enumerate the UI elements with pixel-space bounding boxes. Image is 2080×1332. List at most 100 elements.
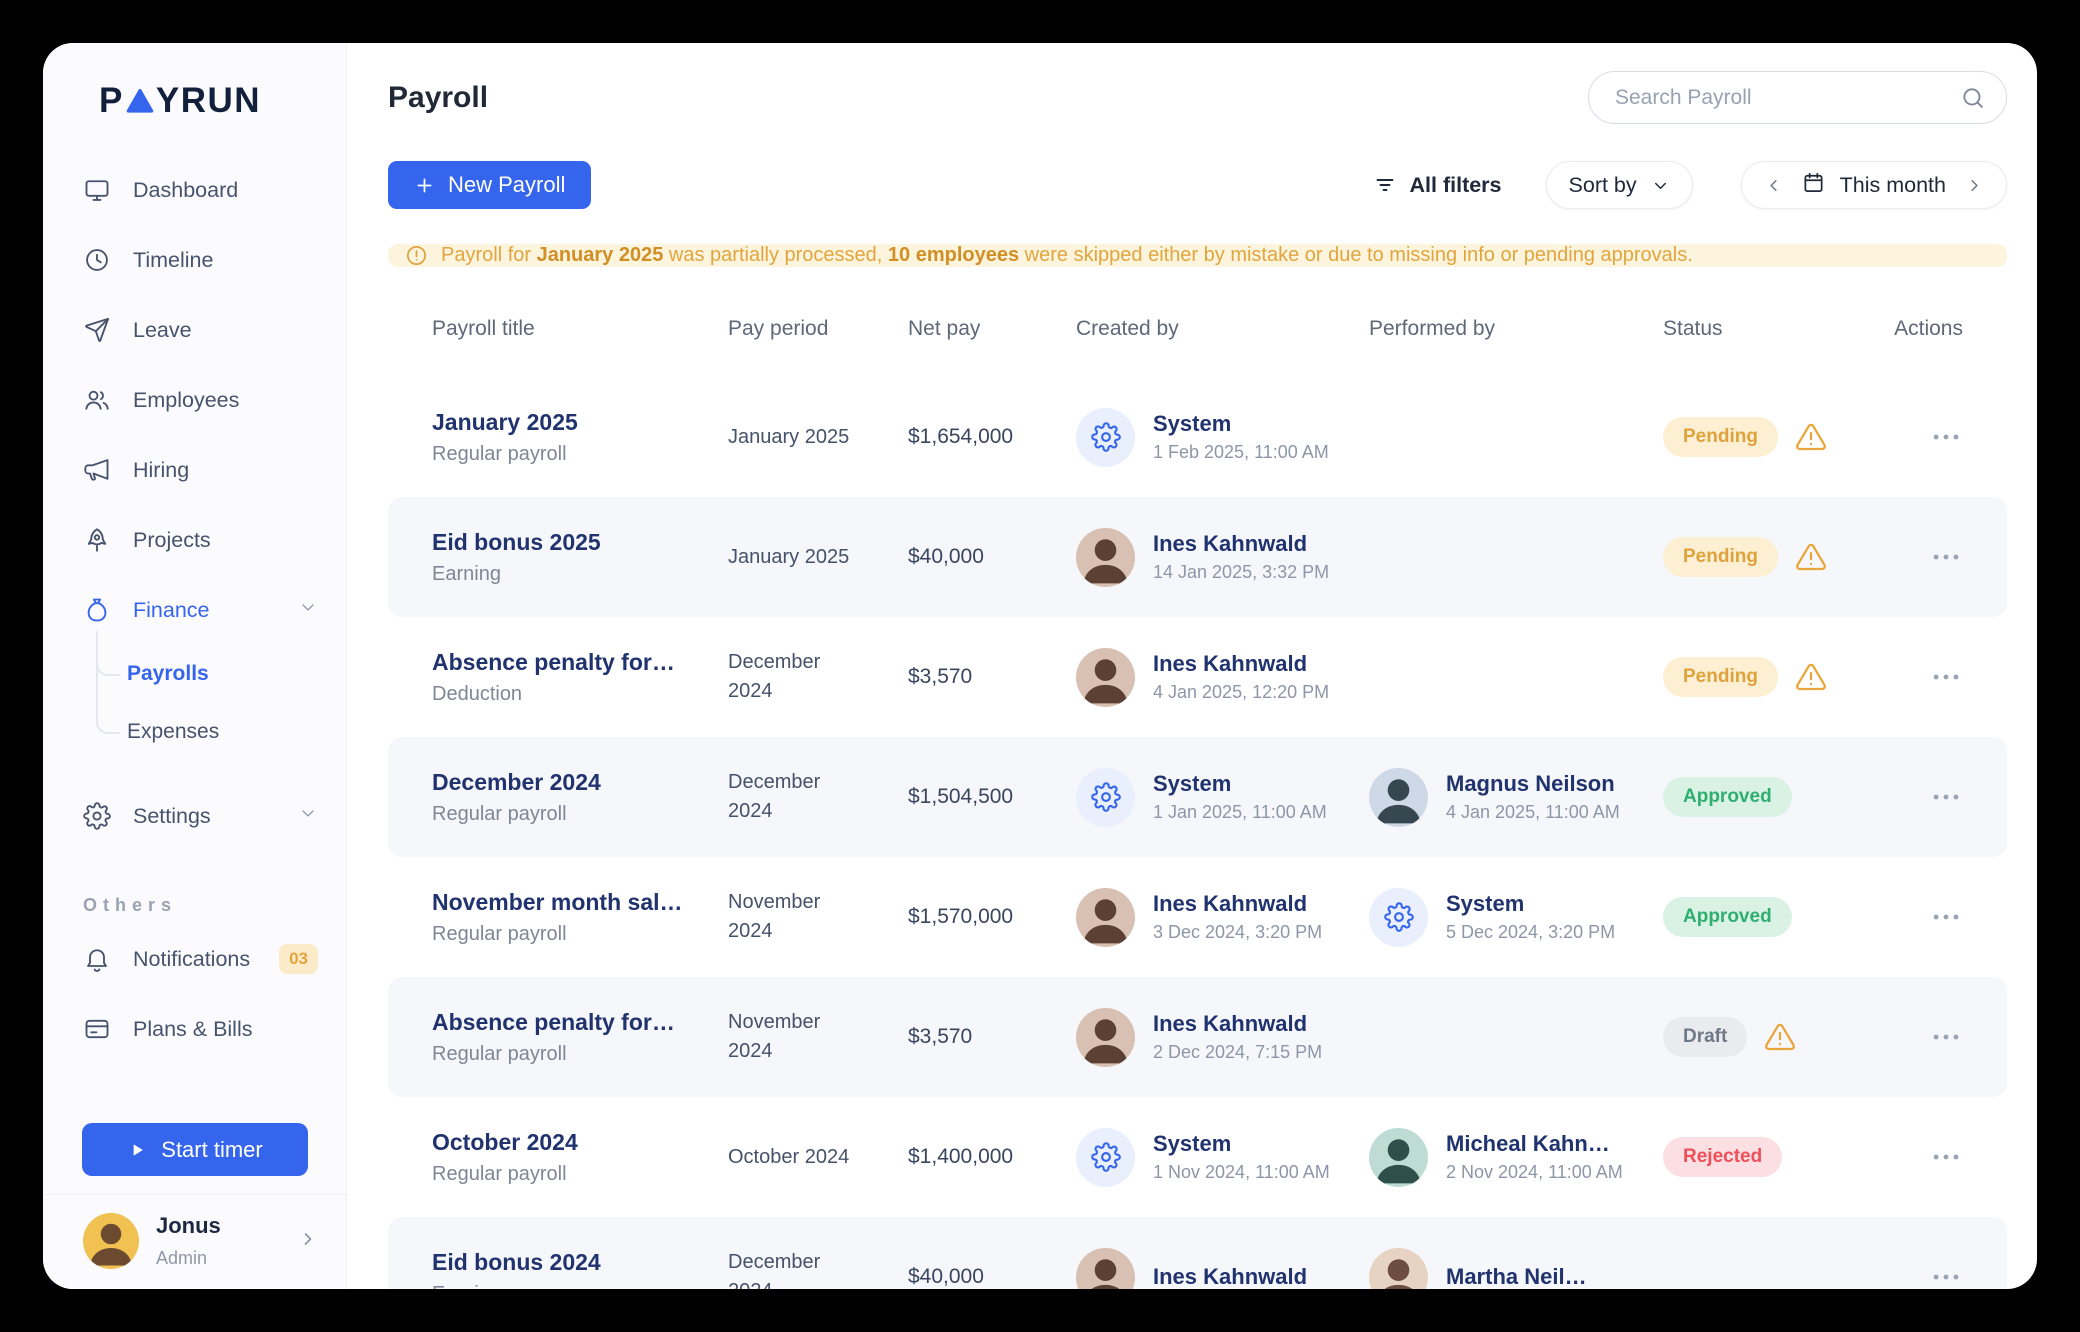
- user-profile[interactable]: Jonus Admin: [43, 1194, 346, 1269]
- sidebar-item-notifications[interactable]: Notifications 03: [83, 924, 318, 994]
- timestamp: 4 Jan 2025, 11:00 AM: [1446, 802, 1620, 823]
- search-box[interactable]: [1588, 71, 2007, 124]
- status-cell: Draft: [1663, 1017, 1888, 1057]
- pay-period-value: January 2025: [728, 423, 860, 452]
- app-window: P YRUN Dashboard Timeline Leave Employee…: [43, 43, 2037, 1289]
- person-name[interactable]: Ines Kahnwald: [1153, 891, 1322, 917]
- status-badge: Draft: [1663, 1017, 1747, 1057]
- payroll-subtitle: Earning: [432, 563, 728, 586]
- table-row[interactable]: Absence penalty for… Regular payroll Nov…: [388, 977, 2007, 1097]
- pay-period-value: November 2024: [728, 1008, 860, 1066]
- logo-text-left: P: [99, 81, 124, 121]
- sidebar-item-leave[interactable]: Leave: [83, 295, 318, 365]
- sort-by-dropdown[interactable]: Sort by: [1546, 161, 1693, 209]
- table-row[interactable]: Absence penalty for… Deduction December …: [388, 617, 2007, 737]
- row-actions-button[interactable]: [1929, 660, 1963, 694]
- sidebar-item-timeline[interactable]: Timeline: [83, 225, 318, 295]
- search-input[interactable]: [1615, 86, 1948, 110]
- row-actions-button[interactable]: [1929, 420, 1963, 454]
- search-icon[interactable]: [1960, 85, 1986, 111]
- payroll-title-link[interactable]: Absence penalty for…: [432, 649, 728, 676]
- all-filters-button[interactable]: All filters: [1373, 173, 1502, 198]
- person-name[interactable]: System: [1153, 411, 1329, 437]
- row-actions-button[interactable]: [1929, 1020, 1963, 1054]
- person-name[interactable]: Micheal Kahn…: [1446, 1131, 1623, 1157]
- timestamp: 3 Dec 2024, 3:20 PM: [1153, 922, 1322, 943]
- user-name: Jonus: [156, 1213, 221, 1239]
- status-badge: Rejected: [1663, 1137, 1782, 1177]
- performed-by-cell: System5 Dec 2024, 3:20 PM: [1369, 888, 1663, 947]
- row-actions-button[interactable]: [1929, 900, 1963, 934]
- table-row[interactable]: January 2025 Regular payroll January 202…: [388, 377, 2007, 497]
- user-role: Admin: [156, 1248, 221, 1269]
- table-row[interactable]: December 2024 Regular payroll December 2…: [388, 737, 2007, 857]
- sidebar-subitem-label: Payrolls: [127, 662, 209, 686]
- payroll-title-link[interactable]: Absence penalty for…: [432, 1009, 728, 1036]
- row-actions-button[interactable]: [1929, 540, 1963, 574]
- person-name[interactable]: Ines Kahnwald: [1153, 1264, 1307, 1289]
- net-pay-value: $3,570: [908, 1025, 1076, 1049]
- sidebar-item-employees[interactable]: Employees: [83, 365, 318, 435]
- clock-icon: [83, 246, 111, 274]
- start-timer-label: Start timer: [161, 1137, 262, 1163]
- person-name[interactable]: System: [1153, 1131, 1330, 1157]
- person-name[interactable]: System: [1153, 771, 1327, 797]
- row-actions-button[interactable]: [1929, 1140, 1963, 1174]
- avatar: [1076, 648, 1135, 707]
- payroll-title-link[interactable]: October 2024: [432, 1129, 728, 1156]
- sidebar-item-dashboard[interactable]: Dashboard: [83, 155, 318, 225]
- payroll-subtitle: Earning: [432, 1283, 728, 1290]
- created-by-cell: Ines Kahnwald2 Dec 2024, 7:15 PM: [1076, 1008, 1369, 1067]
- net-pay-value: $1,570,000: [908, 905, 1076, 929]
- table-body: January 2025 Regular payroll January 202…: [388, 377, 2007, 1289]
- sidebar-item-plans-bills[interactable]: Plans & Bills: [83, 994, 318, 1064]
- chevron-down-icon[interactable]: [298, 597, 318, 623]
- created-by-cell: System 1 Nov 2024, 11:00 AM: [1076, 1128, 1369, 1187]
- pay-period-value: November 2024: [728, 888, 860, 946]
- alert-circle-icon: [405, 244, 428, 267]
- avatar: [1369, 1248, 1428, 1290]
- column-header-status: Status: [1663, 317, 1888, 341]
- table-row[interactable]: November month sal… Regular payroll Nove…: [388, 857, 2007, 977]
- logo-text-right: YRUN: [156, 81, 261, 121]
- payroll-title-link[interactable]: Eid bonus 2024: [432, 1249, 728, 1276]
- person-name[interactable]: Ines Kahnwald: [1153, 531, 1329, 557]
- warning-triangle-icon: [1795, 541, 1827, 573]
- row-actions-button[interactable]: [1929, 1260, 1963, 1289]
- payroll-title-link[interactable]: January 2025: [432, 409, 728, 436]
- sidebar-item-label: Dashboard: [133, 178, 238, 203]
- chevron-right-icon[interactable]: [298, 1229, 318, 1254]
- payroll-subtitle: Regular payroll: [432, 1043, 728, 1066]
- row-actions-button[interactable]: [1929, 780, 1963, 814]
- person-name[interactable]: Magnus Neilson: [1446, 771, 1620, 797]
- person-name[interactable]: Ines Kahnwald: [1153, 1011, 1322, 1037]
- table-row[interactable]: October 2024 Regular payroll October 202…: [388, 1097, 2007, 1217]
- payroll-title-link[interactable]: November month sal…: [432, 889, 728, 916]
- person-name[interactable]: Martha Neil…: [1446, 1264, 1587, 1289]
- sidebar-item-projects[interactable]: Projects: [83, 505, 318, 575]
- new-payroll-button[interactable]: New Payroll: [388, 161, 591, 209]
- payroll-subtitle: Regular payroll: [432, 803, 728, 826]
- next-period-button[interactable]: [1961, 172, 1988, 199]
- period-navigator[interactable]: This month: [1741, 161, 2007, 209]
- chevron-down-icon[interactable]: [298, 803, 318, 829]
- payroll-title-link[interactable]: December 2024: [432, 769, 728, 796]
- person-name[interactable]: Ines Kahnwald: [1153, 651, 1329, 677]
- pay-period-value: October 2024: [728, 1143, 860, 1172]
- sidebar-item-expenses[interactable]: Expenses: [83, 703, 318, 761]
- table-row[interactable]: Eid bonus 2025 Earning January 2025 $40,…: [388, 497, 2007, 617]
- timestamp: 1 Nov 2024, 11:00 AM: [1153, 1162, 1330, 1183]
- brand-logo: P YRUN: [43, 43, 346, 141]
- status-cell: Rejected: [1663, 1137, 1888, 1177]
- payroll-title-link[interactable]: Eid bonus 2025: [432, 529, 728, 556]
- previous-period-button[interactable]: [1760, 172, 1787, 199]
- sidebar-item-settings[interactable]: Settings: [83, 781, 318, 851]
- person-name[interactable]: System: [1446, 891, 1615, 917]
- pay-period-value: January 2025: [728, 543, 860, 572]
- table-row[interactable]: Eid bonus 2024 Earning December 2024 $40…: [388, 1217, 2007, 1289]
- sidebar: P YRUN Dashboard Timeline Leave Employee…: [43, 43, 347, 1289]
- finance-subtree: Payrolls Expenses: [83, 645, 318, 761]
- sidebar-item-hiring[interactable]: Hiring: [83, 435, 318, 505]
- start-timer-button[interactable]: Start timer: [82, 1123, 308, 1176]
- status-badge: Pending: [1663, 657, 1778, 697]
